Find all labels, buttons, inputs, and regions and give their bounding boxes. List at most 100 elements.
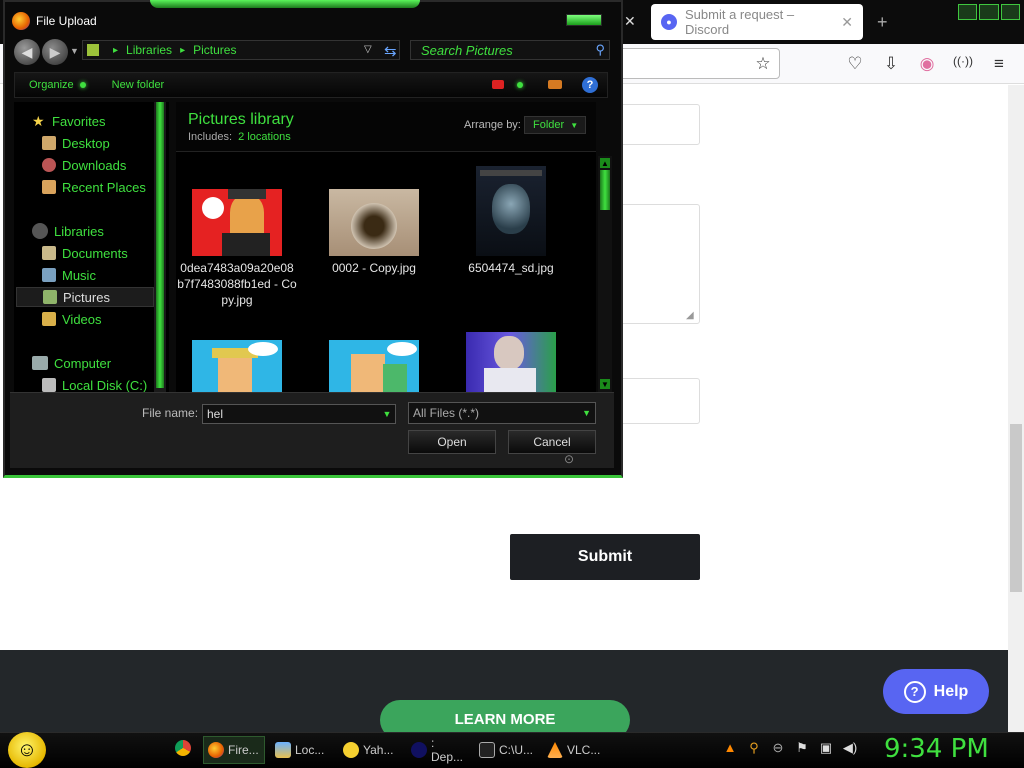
breadcrumb-pictures[interactable]: Pictures [193, 43, 236, 57]
search-icon: ⚲ [595, 42, 605, 57]
file-name-dropdown-icon[interactable]: ▼ [380, 406, 394, 422]
resize-handle-icon[interactable]: ◢ [686, 310, 694, 321]
address-bar[interactable]: ▸ Libraries ▸ Pictures [82, 40, 400, 60]
window-controls [958, 4, 1020, 20]
file-name-input[interactable] [202, 404, 396, 424]
recent-places-icon [42, 180, 56, 194]
flag-tray-icon[interactable]: ⚑ [794, 740, 810, 756]
nav-local-disk[interactable]: Local Disk (C:) [42, 375, 169, 392]
cancel-button[interactable]: Cancel [508, 430, 596, 454]
arrange-by-select[interactable]: Folder ▼ [524, 116, 586, 134]
firefox-icon [208, 742, 224, 758]
taskbar-item-yahoo[interactable]: Yah... [339, 736, 401, 764]
organize-button[interactable]: Organize [29, 79, 86, 91]
firefox-icon [12, 12, 30, 30]
clock[interactable]: 9:34 PM [884, 734, 989, 764]
nav-scroll-thumb[interactable] [156, 102, 164, 388]
network-tray-icon[interactable]: ▣ [818, 740, 834, 756]
minimize-button[interactable] [958, 4, 978, 20]
scroll-down-icon[interactable]: ▼ [600, 379, 610, 389]
nav-desktop[interactable]: Desktop [42, 133, 169, 153]
forward-button[interactable]: ▶ [42, 39, 68, 65]
nav-computer[interactable]: Computer [32, 353, 169, 373]
file-list-scroll-thumb[interactable] [600, 170, 610, 210]
page-scroll-thumb[interactable] [1010, 424, 1022, 592]
tab-close-icon[interactable]: ✕ [841, 14, 853, 31]
file-thumbnail[interactable] [192, 189, 282, 256]
file-thumbnail[interactable] [329, 189, 419, 256]
file-name[interactable]: 6504474_sd.jpg [451, 260, 571, 276]
taskbar-item-local-disk[interactable]: Loc... [271, 736, 333, 764]
preview-pane-icon[interactable] [548, 80, 562, 89]
volume-tray-icon[interactable]: ◀) [842, 740, 858, 756]
open-button[interactable]: Open [408, 430, 496, 454]
pocket-icon[interactable]: ♡ [844, 54, 866, 74]
file-type-select[interactable]: All Files (*.*) ▼ [408, 402, 596, 424]
locations-link[interactable]: 2 locations [238, 131, 291, 143]
close-button[interactable] [1000, 4, 1020, 20]
breadcrumb-libraries[interactable]: Libraries [126, 43, 172, 57]
file-thumbnail[interactable] [466, 332, 556, 392]
screen: ✕ ● Submit a request – Discord ✕ + ☆ ♡ ⇩… [0, 0, 1024, 768]
downloads-folder-icon [42, 158, 56, 172]
extension-icon[interactable]: ((·)) [952, 54, 974, 68]
nav-pictures[interactable]: Pictures [16, 287, 154, 307]
new-folder-button[interactable]: New folder [112, 79, 165, 91]
library-includes: Includes: 2 locations [188, 131, 291, 143]
taskbar-item-vlc[interactable]: VLC... [543, 736, 605, 764]
nav-downloads[interactable]: Downloads [42, 155, 169, 175]
vlc-tray-icon[interactable]: ▲ [722, 740, 738, 756]
maximize-button[interactable] [979, 4, 999, 20]
file-thumbnail[interactable] [192, 340, 282, 392]
menu-icon[interactable]: ≡ [988, 54, 1010, 74]
taskbar-item-cmd[interactable]: C:\U... [475, 736, 537, 764]
library-title: Pictures library [188, 111, 294, 128]
nav-documents[interactable]: Documents [42, 243, 169, 263]
change-view-icon[interactable] [492, 80, 504, 89]
nav-videos[interactable]: Videos [42, 309, 169, 329]
new-tab-button[interactable]: + [877, 12, 888, 33]
file-name[interactable]: 0dea7483a09a20e08b7f7483088fb1ed - Copy.… [177, 260, 297, 308]
page-scrollbar[interactable] [1008, 85, 1024, 732]
taskbar-item-firefox[interactable]: Fire... [203, 736, 265, 764]
scroll-up-icon[interactable]: ▲ [600, 158, 610, 168]
bookmark-star-icon[interactable]: ☆ [752, 54, 774, 74]
file-thumbnail[interactable] [476, 166, 546, 256]
help-label: Help [933, 682, 969, 700]
help-button[interactable]: ? Help [883, 669, 989, 714]
nav-music[interactable]: Music [42, 265, 169, 285]
form-field-attachments[interactable] [610, 378, 700, 424]
desktop-icon [42, 136, 56, 150]
nav-libraries[interactable]: Libraries [32, 221, 169, 241]
history-dropdown-icon[interactable]: ▼ [70, 46, 79, 56]
search-input[interactable]: Search Pictures ⚲ [410, 40, 610, 60]
submit-button[interactable]: Submit [510, 534, 700, 580]
form-field-subject[interactable] [610, 104, 700, 145]
nav-favorites[interactable]: ★ Favorites [32, 111, 169, 131]
search-tray-icon[interactable]: ⚲ [746, 740, 762, 756]
refresh-icon[interactable]: ⇆ [384, 42, 397, 60]
file-thumbnail[interactable] [329, 340, 419, 392]
file-name[interactable]: 0002 - Copy.jpg [314, 260, 434, 276]
dialog-close-button[interactable] [566, 14, 602, 26]
back-button[interactable]: ◀ [14, 39, 40, 65]
close-tab-icon[interactable]: ✕ [624, 13, 636, 30]
profile-icon[interactable]: ◉ [916, 54, 938, 74]
smiley-icon [343, 742, 359, 758]
vlc-icon [547, 742, 563, 758]
downloads-icon[interactable]: ⇩ [880, 54, 902, 74]
address-dropdown-icon[interactable]: ▽ [364, 44, 372, 55]
chevron-right-icon: ▸ [113, 44, 119, 56]
help-icon[interactable]: ? [582, 77, 598, 93]
discord-icon: ● [661, 14, 677, 30]
view-dropdown-icon[interactable] [517, 82, 523, 88]
taskbar-item-dep[interactable]: : Dep... [407, 736, 469, 764]
minus-tray-icon[interactable]: ⊖ [770, 740, 786, 756]
nav-recent-places[interactable]: Recent Places [42, 177, 169, 197]
file-name-label: File name: [142, 406, 199, 420]
start-button[interactable]: ☺ [8, 732, 46, 768]
form-field-description[interactable] [610, 204, 700, 324]
chrome-icon[interactable] [175, 740, 191, 756]
tab-title: Submit a request – Discord [685, 7, 795, 37]
tab-discord[interactable]: ● Submit a request – Discord ✕ [651, 4, 863, 40]
